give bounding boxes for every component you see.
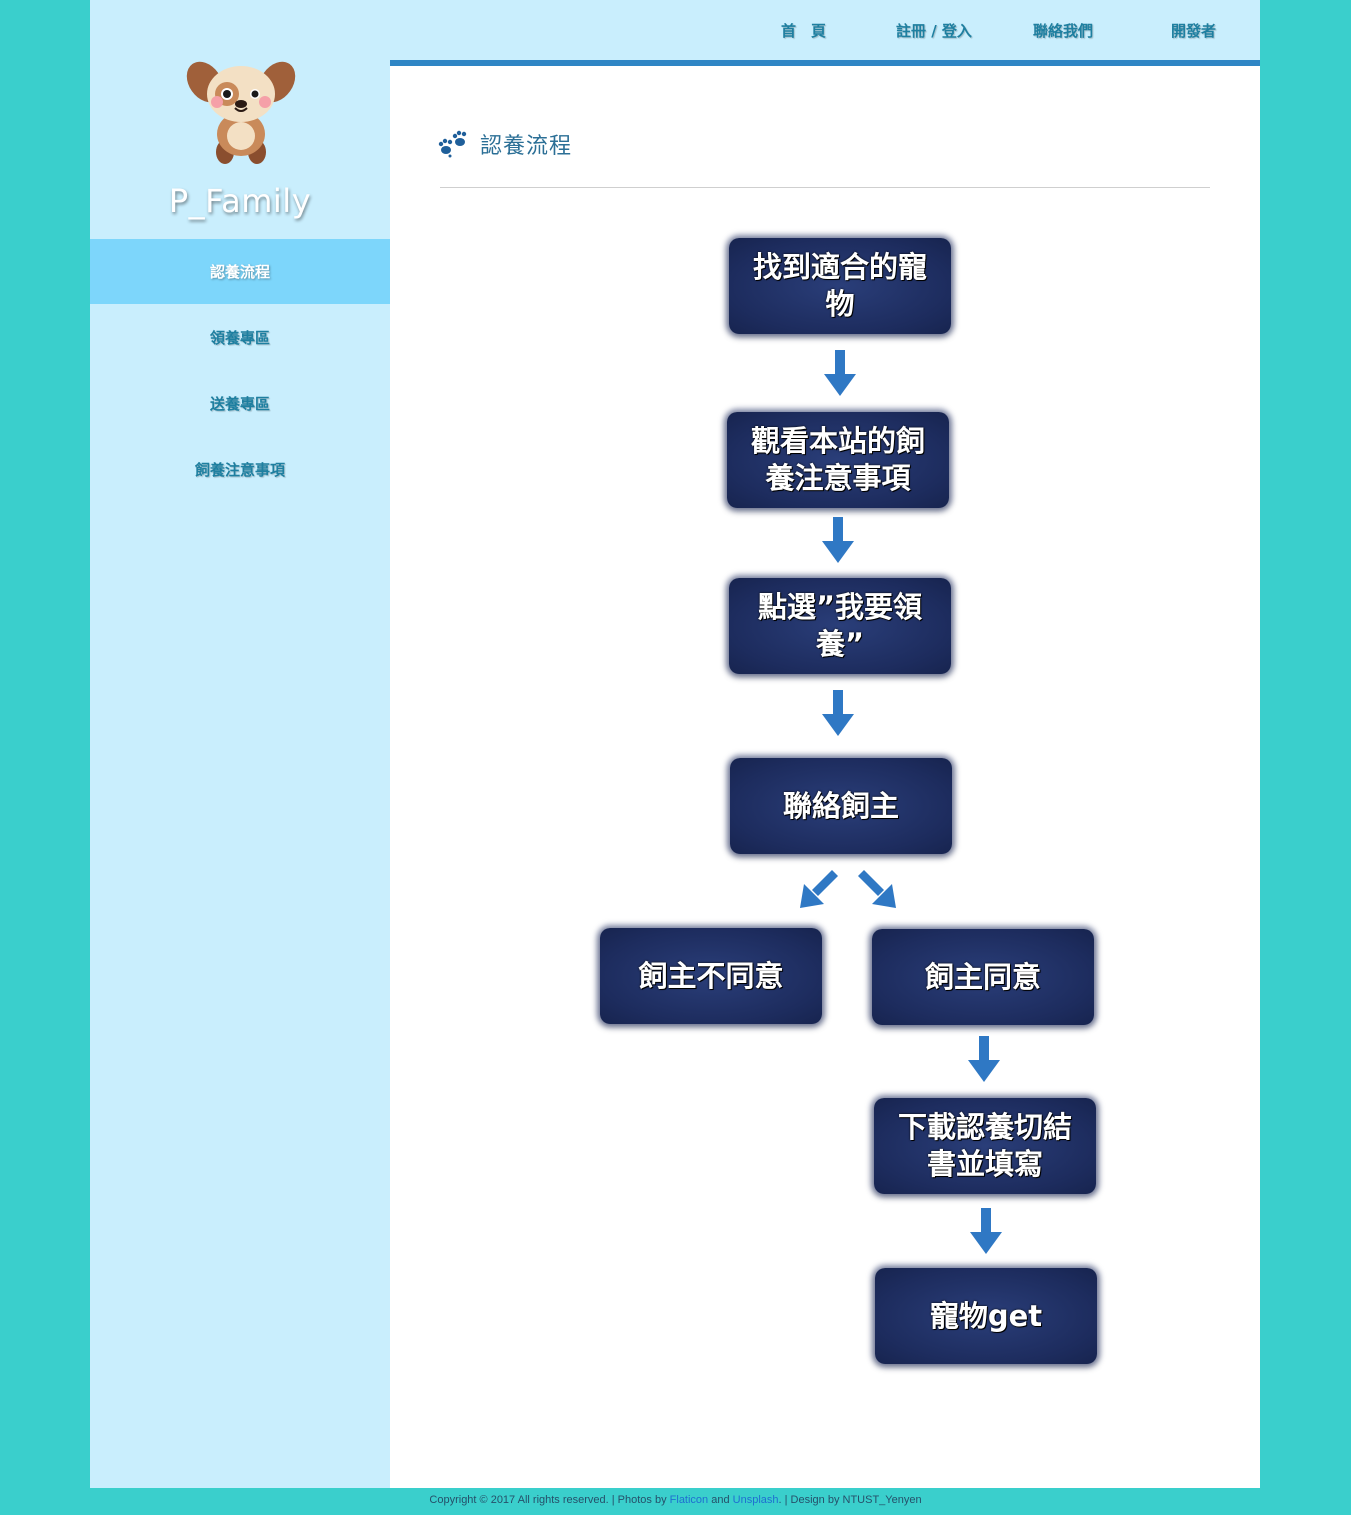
flow-step-read-care-notes: 觀看本站的飼養注意事項: [727, 412, 949, 508]
top-nav-contact[interactable]: 聯絡我們: [1033, 20, 1093, 41]
flow-step-owner-disagrees: 飼主不同意: [600, 928, 822, 1024]
flow-step-click-adopt: 點選”我要領養”: [729, 578, 951, 674]
flow-step-label: 聯絡飼主: [782, 788, 899, 823]
footer-and: and: [708, 1494, 733, 1506]
sidebar-nav: 認養流程 領養專區 送養專區 飼養注意事項: [90, 239, 390, 502]
flow-step-contact-owner: 聯絡飼主: [730, 758, 952, 854]
flow-step-label: 飼主不同意: [638, 958, 784, 993]
arrow-down-icon: [822, 690, 854, 736]
sidebar-item-label: 飼養注意事項: [194, 460, 285, 479]
flow-step-label: 寵物get: [929, 1298, 1043, 1333]
flow-step-label: 找到適合的寵物: [752, 250, 927, 321]
arrow-down-left-icon: [800, 870, 838, 908]
sidebar-item-adopt[interactable]: 領養專區: [90, 304, 390, 370]
flow-step-find-pet: 找到適合的寵物: [729, 238, 951, 334]
sidebar-item-label: 領養專區: [209, 328, 270, 347]
top-nav-home[interactable]: 首 頁: [781, 20, 826, 41]
arrow-down-icon: [970, 1208, 1002, 1254]
flow-step-label: 點選”我要領養”: [757, 590, 923, 661]
footer-link-unsplash[interactable]: Unsplash: [733, 1494, 779, 1506]
arrow-down-icon: [822, 517, 854, 563]
sidebar-item-adoption-process[interactable]: 認養流程: [90, 239, 390, 304]
arrow-down-icon: [968, 1036, 1000, 1082]
flow-step-pet-get: 寵物get: [875, 1268, 1097, 1364]
flow-step-download-agreement: 下載認養切結書並填寫: [874, 1098, 1096, 1194]
footer-design-credit: . | Design by NTUST_Yenyen: [778, 1494, 922, 1506]
sidebar-item-care-notes[interactable]: 飼養注意事項: [90, 436, 390, 502]
footer: Copyright © 2017 All rights reserved. | …: [0, 1494, 1351, 1506]
flow-step-owner-agrees: 飼主同意: [872, 929, 1094, 1025]
top-nav-bar: 首 頁 註冊 / 登入 聯絡我們 開發者: [390, 0, 1260, 60]
paw-icon: [438, 130, 470, 160]
title-divider: [440, 187, 1210, 188]
arrow-down-icon: [824, 350, 856, 396]
sidebar: P_Family 認養流程 領養專區 送養專區 飼養注意事項: [90, 0, 390, 1488]
flow-step-label: 下載認養切結書並填寫: [897, 1110, 1072, 1181]
flow-step-label: 觀看本站的飼養注意事項: [750, 424, 925, 495]
main-content: 認養流程 找到適合的寵物 觀看本站的飼養注意事項 點選”我要領養” 聯絡飼主 飼…: [390, 66, 1260, 1488]
brand-name[interactable]: P_Family: [90, 182, 390, 220]
sidebar-item-rehome[interactable]: 送養專區: [90, 370, 390, 436]
flow-step-label: 飼主同意: [924, 959, 1041, 994]
footer-copyright: Copyright © 2017 All rights reserved. | …: [429, 1494, 670, 1506]
arrow-down-right-icon: [858, 870, 896, 908]
top-nav-register-login[interactable]: 註冊 / 登入: [896, 20, 972, 41]
sidebar-item-label: 認養流程: [209, 263, 270, 281]
page-title: 認養流程: [480, 134, 573, 159]
dog-logo-icon[interactable]: [185, 56, 297, 168]
footer-link-flaticon[interactable]: Flaticon: [670, 1494, 709, 1506]
top-nav-developer[interactable]: 開發者: [1171, 20, 1216, 41]
sidebar-item-label: 送養專區: [209, 394, 270, 413]
